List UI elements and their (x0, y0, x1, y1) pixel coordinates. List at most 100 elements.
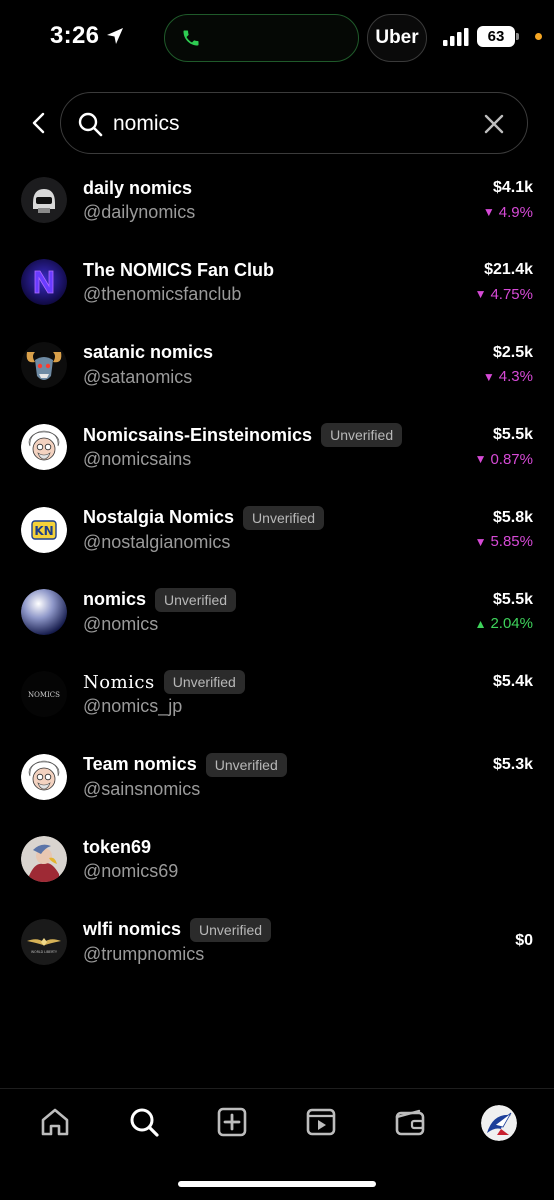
unverified-badge: Unverified (321, 423, 403, 448)
change-value: 4.75% (490, 285, 533, 303)
nav-wallet[interactable] (393, 1105, 427, 1139)
nav-create[interactable] (215, 1105, 249, 1139)
nomics-jp-logo-text: NOMICS (28, 691, 60, 699)
uber-label: Uber (375, 27, 419, 48)
change-value: 4.3% (498, 368, 533, 386)
battery-level: 63 (487, 28, 505, 45)
account-name: The NOMICS Fan Club (83, 259, 274, 280)
nav-search[interactable] (127, 1105, 161, 1139)
battery-icon: 63 (477, 26, 519, 47)
market-cap: $0 (515, 931, 533, 949)
search-icon (130, 1108, 159, 1137)
market-cap: $5.4k (492, 673, 533, 691)
avatar (21, 177, 67, 223)
market-cap: $5.8k (492, 508, 533, 526)
back-chevron-icon[interactable] (26, 110, 52, 136)
unverified-badge: Unverified (155, 587, 237, 612)
list-item[interactable]: satanic nomics @satanomics $2.5k ▼ 4.3% (0, 331, 554, 413)
down-triangle-icon: ▼ (474, 534, 487, 549)
down-triangle-icon: ▼ (474, 452, 487, 467)
unverified-badge: Unverified (243, 505, 325, 530)
avatar (21, 259, 67, 306)
nostalgia-logo-text: KN (34, 524, 53, 538)
wallet-icon (395, 1109, 425, 1136)
profile-avatar[interactable] (481, 1105, 517, 1141)
status-time: 3:26 (50, 22, 125, 50)
status-bar: 3:26 Uber 63 (0, 0, 554, 80)
account-name: Team nomics (83, 754, 197, 775)
account-name: Nomicsains-Einsteinomics (83, 424, 313, 445)
list-item[interactable]: The NOMICS Fan Club @thenomicsfanclub $2… (0, 248, 554, 330)
list-item[interactable]: NOMICS Nomics Unverified @nomics_jp $5.4k (0, 660, 554, 742)
price-change: ▼ 5.85% (475, 531, 533, 553)
account-handle: @nomicsains (83, 449, 192, 470)
down-triangle-icon: ▼ (482, 369, 495, 384)
account-handle: @trumpnomics (83, 943, 205, 964)
price-change: ▲ 2.04% (475, 613, 533, 635)
account-name: Nomics (83, 671, 155, 693)
profile-avatar-image (481, 1105, 517, 1141)
account-handle: @satanomics (83, 366, 193, 387)
market-cap: $2.5k (492, 343, 533, 361)
video-play-icon (306, 1108, 336, 1136)
active-call-pill[interactable] (164, 14, 359, 62)
location-arrow-icon (107, 28, 124, 44)
unverified-badge: Unverified (190, 917, 272, 942)
change-value: 0.87% (490, 450, 533, 468)
avatar (21, 341, 67, 388)
uber-live-activity[interactable]: Uber (367, 14, 427, 62)
home-indicator[interactable] (178, 1181, 376, 1187)
up-triangle-icon: ▲ (474, 616, 487, 631)
change-value: 2.04% (490, 615, 533, 633)
list-item[interactable]: Team nomics Unverified @sainsnomics $5.3k (0, 743, 554, 825)
nav-videos[interactable] (304, 1105, 338, 1139)
search-icon (78, 112, 103, 137)
account-name: token69 (83, 836, 152, 857)
avatar (21, 588, 67, 635)
search-input[interactable] (113, 105, 463, 143)
avatar: WORLD LIBERTY (21, 918, 67, 965)
clear-x-icon[interactable] (483, 113, 505, 135)
price-change: ▼ 4.75% (475, 283, 533, 305)
account-handle: @nomics69 (83, 861, 179, 882)
account-name: nomics (83, 589, 147, 610)
market-cap: $21.4k (484, 261, 533, 279)
change-value: 4.9% (498, 203, 533, 221)
market-cap: $5.3k (492, 755, 533, 773)
price-change: ▼ 0.87% (475, 448, 533, 470)
account-handle: @nostalgianomics (83, 531, 231, 552)
account-name: Nostalgia Nomics (83, 507, 235, 528)
list-item[interactable]: WORLD LIBERTY wlfi nomics Unverified @tru… (0, 908, 554, 990)
unverified-badge: Unverified (205, 752, 287, 777)
account-handle: @nomics (83, 613, 159, 634)
home-icon (41, 1108, 69, 1136)
price-change: ▼ 4.9% (483, 201, 533, 223)
list-item[interactable]: token69 @nomics69 (0, 825, 554, 907)
avatar: KN (21, 506, 67, 553)
avatar: NOMICS (21, 671, 67, 718)
search-results-list: daily nomics @dailynomics $4.1k ▼ 4.9% Th… (0, 166, 554, 990)
account-handle: @dailynomics (83, 202, 196, 222)
nav-home[interactable] (38, 1105, 72, 1139)
account-name: satanic nomics (83, 342, 214, 363)
change-value: 5.85% (490, 533, 533, 551)
create-plus-icon (217, 1107, 247, 1137)
avatar (21, 753, 67, 800)
account-name: daily nomics (83, 177, 193, 198)
signal-icon (443, 28, 469, 46)
list-item[interactable]: KN Nostalgia Nomics Unverified @nostalgia… (0, 496, 554, 578)
list-item[interactable]: Nomicsains-Einsteinomics Unverified @nomi… (0, 413, 554, 495)
unverified-badge: Unverified (163, 670, 245, 695)
search-bar[interactable] (60, 92, 528, 154)
avatar (21, 424, 67, 471)
account-handle: @nomics_jp (83, 696, 183, 717)
list-item[interactable]: daily nomics @dailynomics $4.1k ▼ 4.9% (0, 166, 554, 248)
privacy-indicator-dot (535, 33, 542, 40)
market-cap: $5.5k (492, 426, 533, 444)
account-handle: @sainsnomics (83, 778, 201, 799)
avatar (21, 836, 67, 883)
price-change: ▼ 4.3% (483, 366, 533, 388)
market-cap: $4.1k (492, 179, 533, 196)
list-item[interactable]: nomics Unverified @nomics $5.5k ▲ 2.04% (0, 578, 554, 660)
account-handle: @thenomicsfanclub (83, 284, 242, 305)
